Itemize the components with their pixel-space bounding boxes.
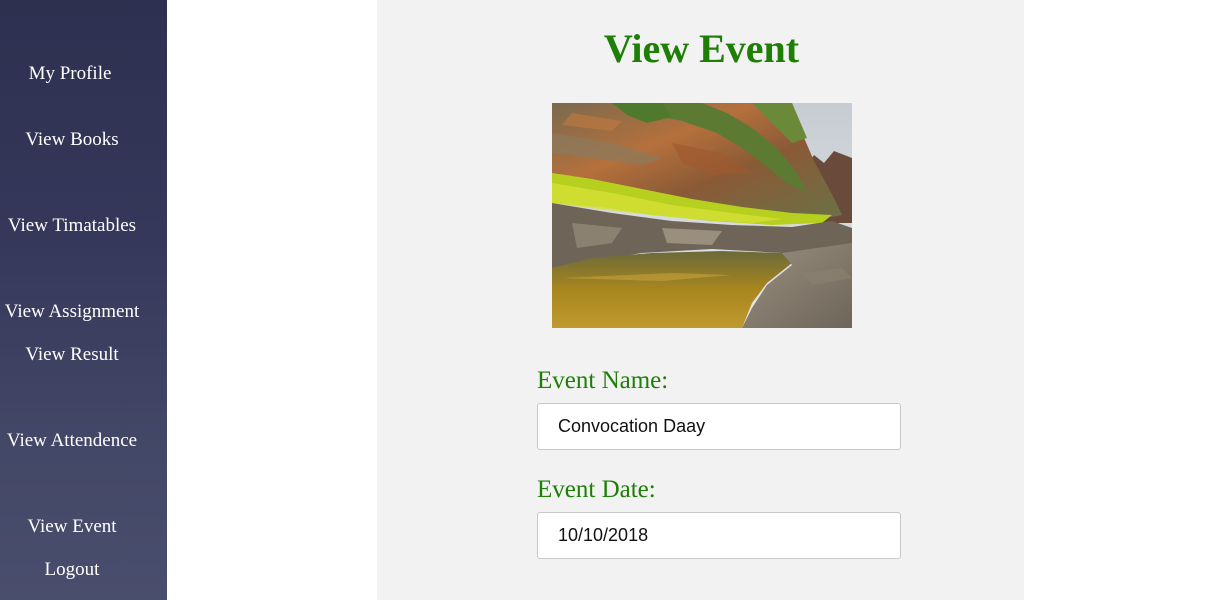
event-image bbox=[552, 103, 852, 328]
sidebar-item-view-timetables[interactable]: View Timatables bbox=[0, 215, 144, 237]
sidebar-item-my-profile[interactable]: My Profile bbox=[0, 63, 140, 85]
sidebar-item-view-assignment[interactable]: View Assignment bbox=[0, 301, 144, 323]
sidebar-item-view-event[interactable]: View Event bbox=[0, 516, 144, 538]
event-name-field[interactable] bbox=[537, 403, 901, 450]
event-photo-landscape bbox=[552, 103, 852, 328]
event-name-label: Event Name: bbox=[537, 367, 669, 394]
sidebar-item-logout[interactable]: Logout bbox=[0, 559, 144, 581]
sidebar-item-view-attendence[interactable]: View Attendence bbox=[0, 430, 144, 452]
page-title-text: View Event bbox=[603, 26, 800, 71]
event-date-label: Event Date: bbox=[537, 476, 656, 503]
sidebar-item-view-result[interactable]: View Result bbox=[0, 344, 144, 366]
page-title: View Event bbox=[377, 26, 1024, 72]
event-date-field[interactable] bbox=[537, 512, 901, 559]
sidebar: My Profile View Books View Timatables Vi… bbox=[0, 0, 167, 600]
event-panel: View Event Event Name: Convocation Daay … bbox=[377, 0, 1024, 600]
sidebar-item-view-books[interactable]: View Books bbox=[0, 129, 144, 151]
